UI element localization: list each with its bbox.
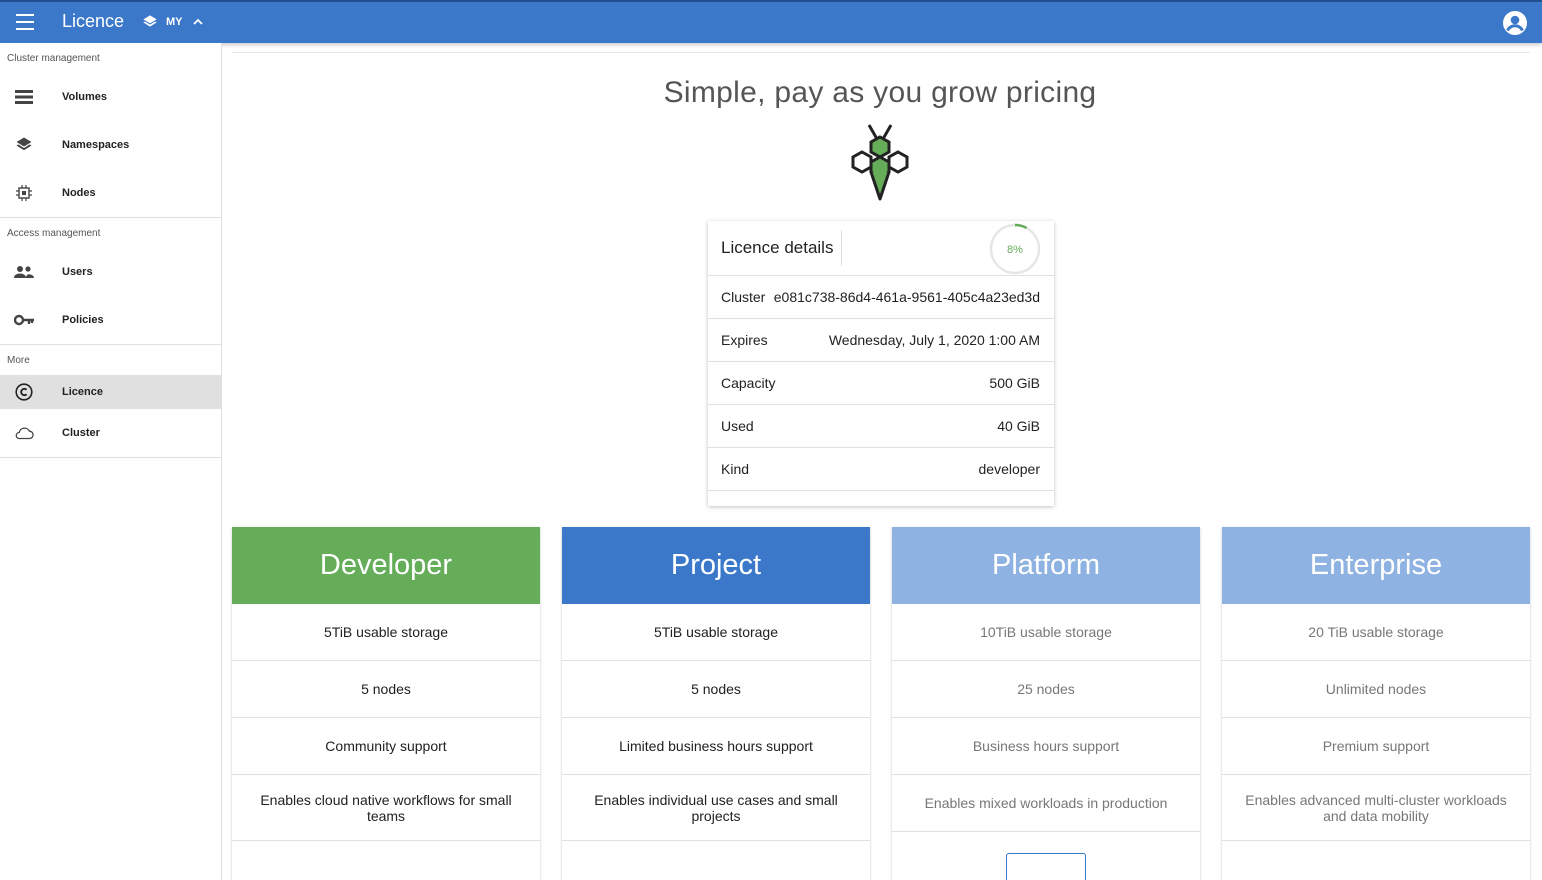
row-value: 40 GiB	[997, 418, 1040, 434]
licence-card-title: Licence details	[708, 230, 843, 266]
row-value: Wednesday, July 1, 2020 1:00 AM	[828, 332, 1040, 348]
plan-feature: 10TiB usable storage	[892, 604, 1200, 661]
plan-feature: 5TiB usable storage	[232, 604, 540, 661]
licence-row-cluster: Cluster e081c738-86d4-461a-9561-405c4a23…	[708, 276, 1054, 319]
plan-feature: Limited business hours support	[562, 718, 870, 775]
bee-logo-icon	[851, 124, 909, 201]
sidebar-item-namespaces[interactable]: Namespaces	[0, 121, 221, 169]
licence-details-card: Licence details 8% Cluster e081c738-86d4…	[708, 221, 1054, 506]
sidebar-item-users[interactable]: Users	[0, 248, 221, 296]
plan-card-developer: Developer 5TiB usable storage 5 nodes Co…	[232, 527, 540, 880]
plan-header: Platform	[892, 527, 1200, 604]
plan-feature: 25 nodes	[892, 661, 1200, 718]
section-title-access-management: Access management	[7, 228, 101, 239]
licence-row-kind: Kind developer	[708, 448, 1054, 491]
plan-feature: Community support	[232, 718, 540, 775]
plan-feature: Enables mixed workloads in production	[892, 775, 1200, 832]
plan-feature: Enables cloud native workflows for small…	[232, 775, 540, 841]
divider	[232, 52, 1530, 53]
licence-card-header: Licence details 8%	[708, 221, 1054, 276]
layers-icon	[14, 135, 34, 155]
row-key: Kind	[721, 461, 750, 477]
sidebar-item-label: Cluster	[62, 427, 100, 439]
sidebar-item-label: Users	[62, 266, 93, 278]
licence-row-expires: Expires Wednesday, July 1, 2020 1:00 AM	[708, 319, 1054, 362]
sidebar-item-label: Namespaces	[62, 139, 130, 151]
sidebar-item-label: Nodes	[62, 187, 96, 199]
sidebar-item-label: Policies	[62, 314, 104, 326]
plan-feature: Premium support	[1222, 718, 1530, 775]
section-title-more: More	[7, 355, 30, 366]
usage-progress-ring: 8%	[989, 223, 1041, 275]
section-title-cluster-management: Cluster management	[7, 53, 100, 64]
plan-header: Developer	[232, 527, 540, 604]
row-key: Expires	[721, 332, 768, 348]
plan-card-platform: Platform 10TiB usable storage 25 nodes B…	[892, 527, 1200, 880]
app-bar: Licence MY	[0, 0, 1542, 43]
menu-icon[interactable]	[16, 14, 34, 30]
row-value: e081c738-86d4-461a-9561-405c4a23ed3d	[773, 289, 1040, 305]
plan-header: Enterprise	[1222, 527, 1530, 604]
plan-feature: 20 TiB usable storage	[1222, 604, 1530, 661]
row-value: developer	[978, 461, 1041, 477]
row-key: Cluster	[721, 289, 766, 305]
namespace-selector[interactable]: MY	[142, 14, 203, 30]
plan-feature: Unlimited nodes	[1222, 661, 1530, 718]
pricing-headline: Simple, pay as you grow pricing	[663, 76, 1097, 109]
row-value: 500 GiB	[989, 375, 1040, 391]
plan-header: Project	[562, 527, 870, 604]
sidebar-item-volumes[interactable]: Volumes	[0, 73, 221, 121]
copyright-icon	[14, 382, 34, 402]
row-key: Capacity	[721, 375, 776, 391]
sidebar-item-label: Licence	[62, 386, 103, 398]
page-title: Licence	[62, 11, 125, 31]
account-icon[interactable]	[1502, 10, 1528, 36]
plan-feature: Business hours support	[892, 718, 1200, 775]
key-icon	[14, 310, 34, 330]
plan-card-enterprise: Enterprise 20 TiB usable storage Unlimit…	[1222, 527, 1530, 880]
licence-row-capacity: Capacity 500 GiB	[708, 362, 1054, 405]
sidebar-item-cluster[interactable]: Cluster	[0, 409, 221, 457]
chevron-up-icon	[192, 18, 203, 25]
usage-percent-label: 8%	[1007, 244, 1023, 256]
licence-row-used: Used 40 GiB	[708, 405, 1054, 448]
row-key: Used	[721, 418, 754, 434]
chip-icon	[14, 183, 34, 203]
list-icon	[14, 87, 34, 107]
sidebar: Cluster management Volumes Namespaces No…	[0, 43, 222, 880]
divider	[0, 457, 221, 458]
sidebar-item-licence[interactable]: Licence	[0, 375, 221, 409]
namespace-label: MY	[166, 16, 183, 28]
cloud-icon	[14, 423, 34, 443]
sidebar-item-nodes[interactable]: Nodes	[0, 169, 221, 217]
plan-feature: 5 nodes	[232, 661, 540, 718]
plan-select-button[interactable]	[1006, 853, 1086, 880]
sidebar-item-label: Volumes	[62, 91, 108, 103]
plan-feature: 5TiB usable storage	[562, 604, 870, 661]
plan-feature: 5 nodes	[562, 661, 870, 718]
users-icon	[14, 262, 34, 282]
main-content: Simple, pay as you grow pricing Licence …	[222, 43, 1542, 880]
plan-card-project: Project 5TiB usable storage 5 nodes Limi…	[562, 527, 870, 880]
plan-feature: Enables individual use cases and small p…	[562, 775, 870, 841]
layers-icon	[143, 15, 157, 27]
sidebar-item-policies[interactable]: Policies	[0, 296, 221, 344]
plan-feature: Enables advanced multi-cluster workloads…	[1222, 775, 1530, 841]
